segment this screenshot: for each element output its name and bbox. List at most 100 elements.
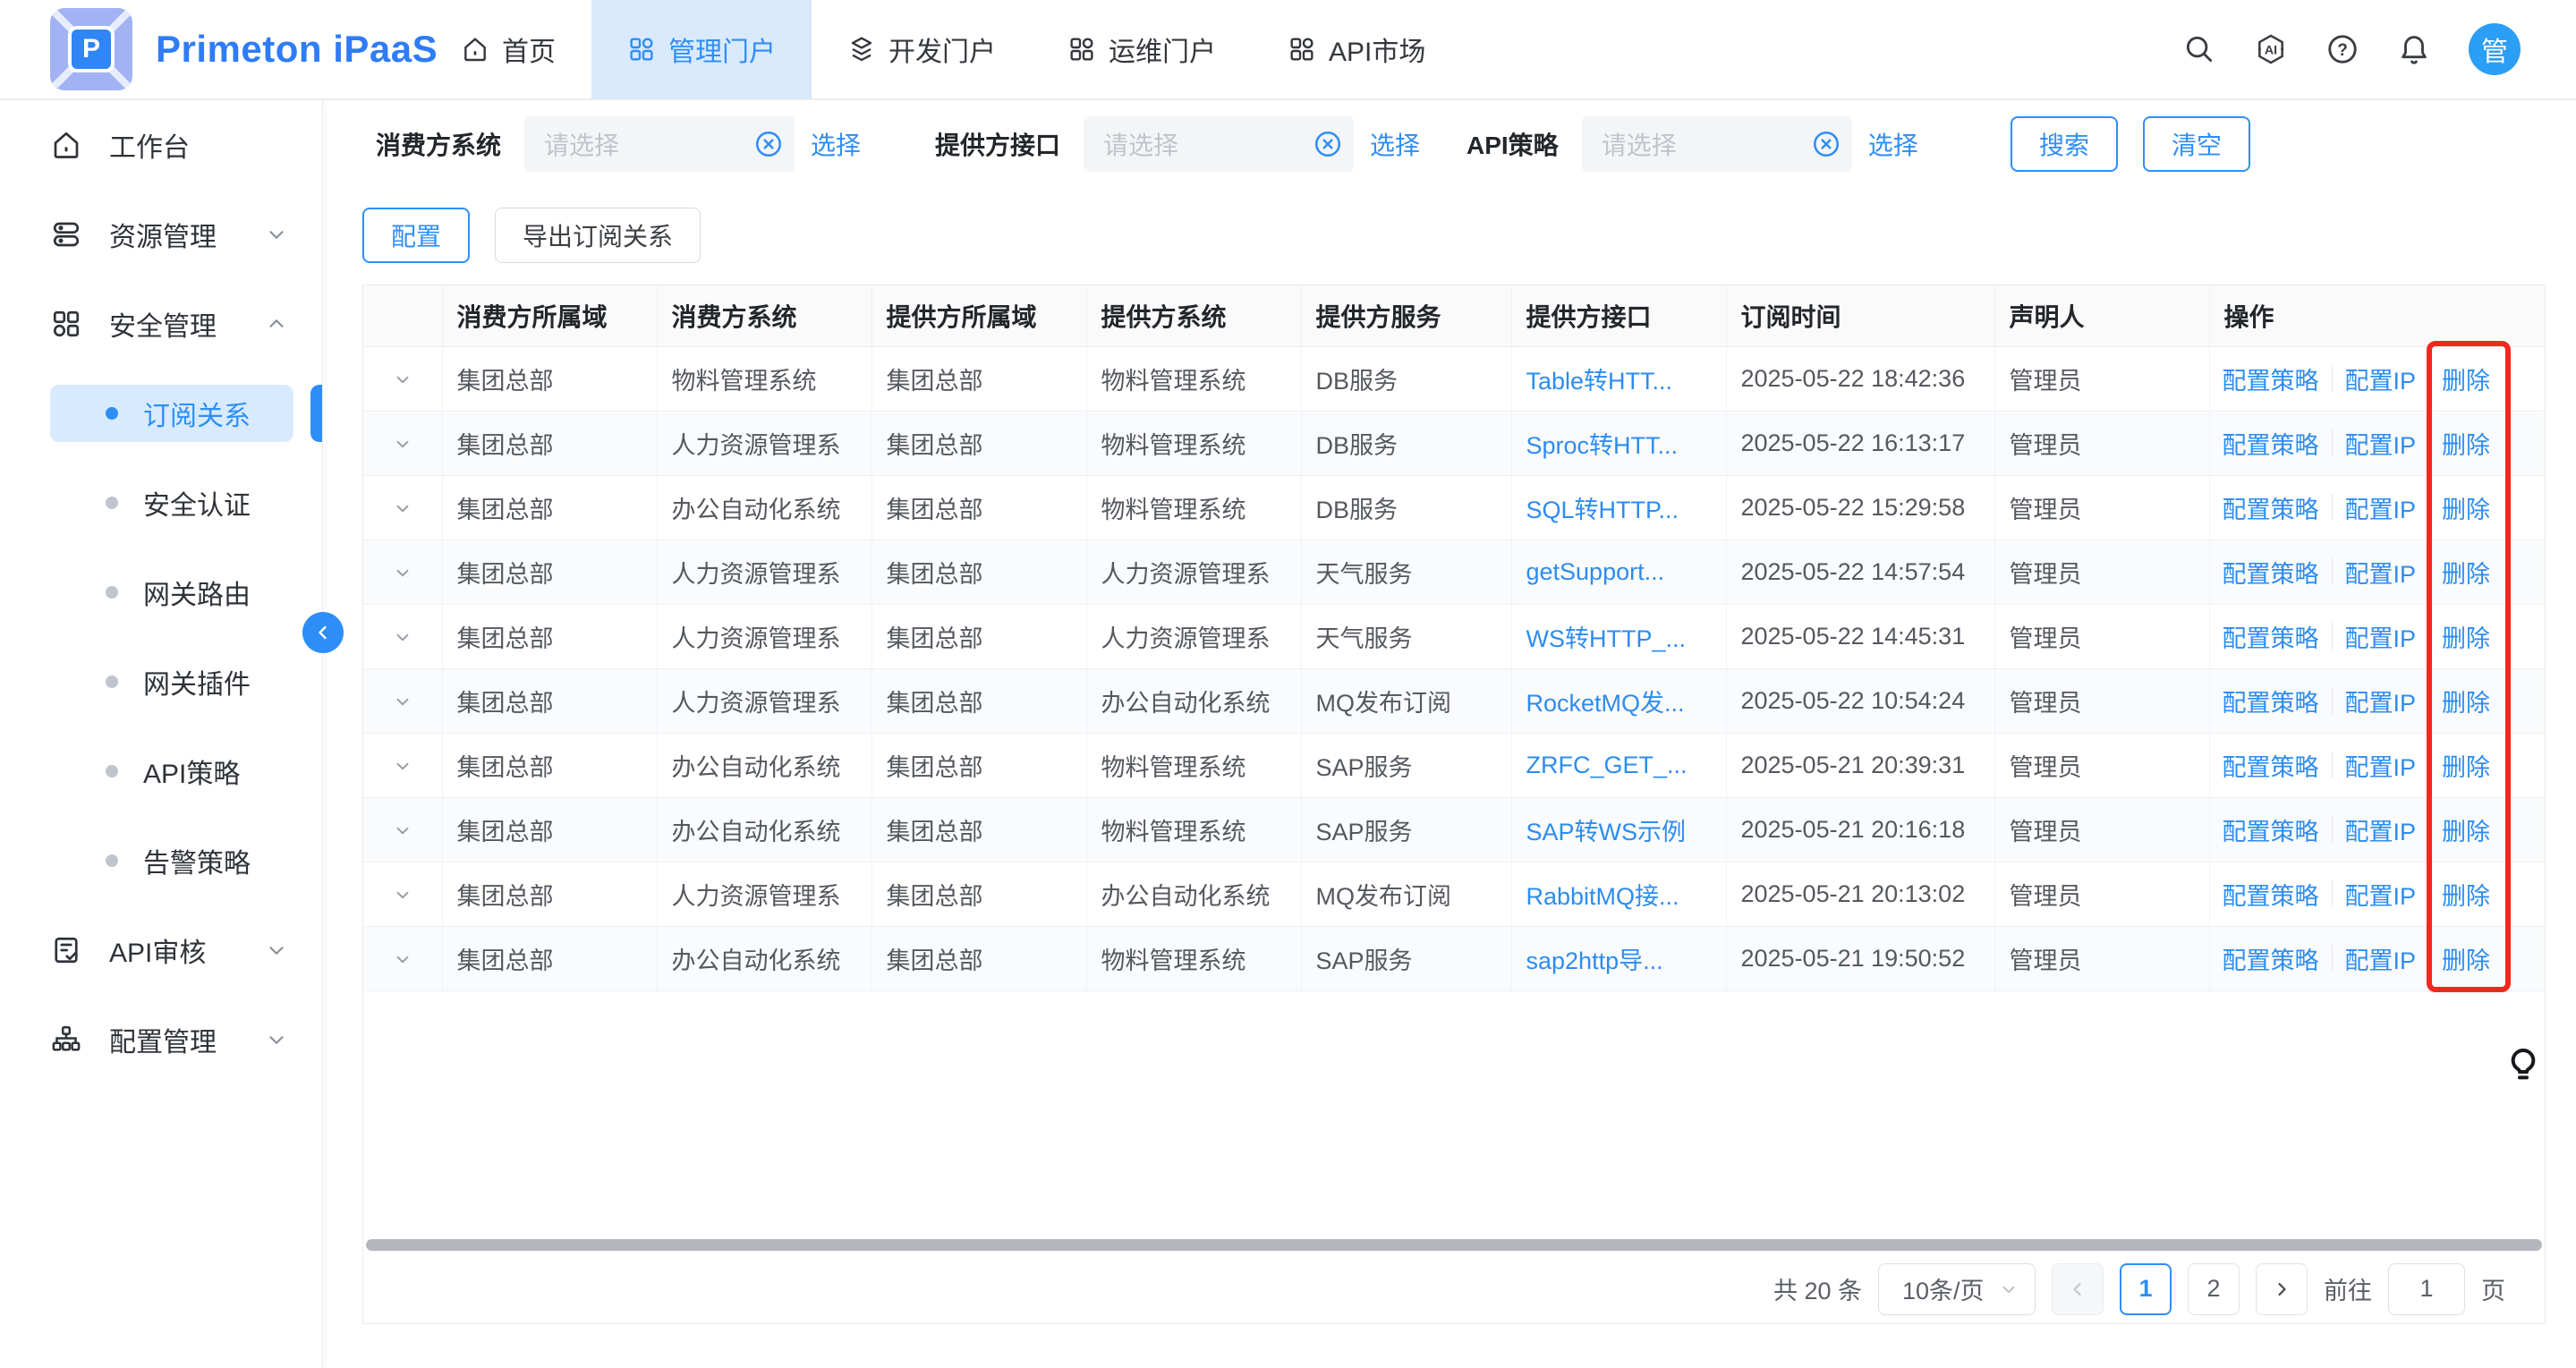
provider-api-select[interactable]: 请选择	[1084, 116, 1354, 172]
sidebar-item-security-auth[interactable]: 安全认证	[0, 458, 322, 548]
cell-provider-domain: 集团总部	[871, 411, 1086, 475]
configure-policy-link[interactable]: 配置策略	[2223, 748, 2319, 783]
row-expand-toggle[interactable]	[363, 346, 442, 411]
horizontal-scrollbar[interactable]	[366, 1239, 2542, 1251]
cell-consumer-domain: 集团总部	[442, 926, 657, 990]
nav-item-dev-portal[interactable]: 开发门户	[812, 0, 1032, 98]
nav-item-admin-portal[interactable]: 管理门户	[591, 0, 812, 98]
configure-ip-link[interactable]: 配置IP	[2345, 619, 2417, 654]
configure-policy-link[interactable]: 配置策略	[2223, 361, 2319, 396]
provider-api-link[interactable]: SAP转WS示例	[1526, 819, 1687, 845]
export-subscriptions-button[interactable]: 导出订阅关系	[495, 208, 701, 263]
bullet-dot-icon	[106, 676, 118, 688]
next-page-button[interactable]	[2256, 1263, 2308, 1315]
provider-api-link[interactable]: getSupport...	[1526, 558, 1665, 585]
choose-link[interactable]: 选择	[1370, 126, 1420, 162]
configure-ip-link[interactable]: 配置IP	[2345, 490, 2417, 525]
configure-policy-link[interactable]: 配置策略	[2223, 490, 2319, 525]
configure-policy-link[interactable]: 配置策略	[2223, 619, 2319, 654]
provider-api-link[interactable]: Table转HTT...	[1526, 368, 1673, 395]
sidebar-item-subscription-relations[interactable]: 订阅关系	[0, 369, 322, 458]
table-header-row: 消费方所属域 消费方系统 提供方所属域 提供方系统 提供方服务 提供方接口 订阅…	[363, 285, 2545, 346]
provider-api-link[interactable]: sap2http导...	[1526, 947, 1663, 974]
sidebar-collapse-button[interactable]	[302, 612, 344, 653]
configure-ip-link[interactable]: 配置IP	[2345, 877, 2417, 912]
row-expand-toggle[interactable]	[363, 733, 442, 797]
page-button-1[interactable]: 1	[2120, 1263, 2172, 1315]
configure-policy-link[interactable]: 配置策略	[2223, 812, 2319, 847]
row-expand-toggle[interactable]	[363, 604, 442, 668]
configure-ip-link[interactable]: 配置IP	[2345, 555, 2417, 590]
nav-item-home[interactable]: 首页	[425, 0, 591, 98]
row-expand-toggle[interactable]	[363, 475, 442, 540]
delete-link[interactable]: 删除	[2442, 684, 2490, 718]
clear-icon[interactable]	[753, 129, 784, 159]
delete-link[interactable]: 删除	[2442, 361, 2490, 396]
provider-api-link[interactable]: RocketMQ发...	[1526, 690, 1685, 717]
clear-icon[interactable]	[1811, 129, 1841, 159]
delete-link[interactable]: 删除	[2442, 555, 2490, 590]
goto-page-input[interactable]	[2388, 1263, 2465, 1315]
user-avatar[interactable]: 管	[2469, 23, 2521, 75]
notification-bell-icon[interactable]	[2397, 32, 2431, 66]
ai-assistant-icon[interactable]: AI	[2254, 32, 2288, 66]
provider-api-link[interactable]: WS转HTTP_...	[1526, 625, 1687, 652]
provider-api-link[interactable]: SQL转HTTP...	[1526, 497, 1679, 523]
provider-api-link[interactable]: Sproc转HTT...	[1526, 432, 1679, 459]
delete-link[interactable]: 删除	[2442, 812, 2490, 847]
configure-button[interactable]: 配置	[362, 208, 470, 263]
page-size-select[interactable]: 10条/页	[1878, 1263, 2036, 1315]
delete-link[interactable]: 删除	[2442, 619, 2490, 654]
configure-ip-link[interactable]: 配置IP	[2345, 812, 2417, 847]
configure-policy-link[interactable]: 配置策略	[2223, 684, 2319, 718]
prev-page-button[interactable]	[2052, 1263, 2104, 1315]
lightbulb-tip-icon[interactable]	[2502, 1045, 2545, 1088]
delete-link[interactable]: 删除	[2442, 748, 2490, 783]
clear-button[interactable]: 清空	[2143, 116, 2250, 172]
sidebar-item-resource-mgmt[interactable]: 资源管理	[0, 190, 322, 279]
page-button-2[interactable]: 2	[2188, 1263, 2240, 1315]
nav-item-ops-portal[interactable]: 运维门户	[1032, 0, 1252, 98]
sidebar-item-gateway-plugin[interactable]: 网关插件	[0, 637, 322, 726]
clear-icon[interactable]	[1313, 129, 1343, 159]
configure-ip-link[interactable]: 配置IP	[2345, 941, 2417, 976]
sidebar-item-workbench[interactable]: 工作台	[0, 100, 322, 190]
provider-api-link[interactable]: RabbitMQ接...	[1526, 883, 1679, 910]
search-button[interactable]: 搜索	[2011, 116, 2118, 172]
action-divider	[2332, 429, 2333, 456]
sidebar-item-alert-policy[interactable]: 告警策略	[0, 816, 322, 905]
consumer-system-select[interactable]: 请选择	[524, 116, 795, 172]
configure-ip-link[interactable]: 配置IP	[2345, 748, 2417, 783]
sidebar-item-config-mgmt[interactable]: 配置管理	[0, 995, 322, 1084]
provider-api-link[interactable]: ZRFC_GET_...	[1526, 752, 1688, 778]
sidebar-item-api-review[interactable]: API审核	[0, 905, 322, 995]
cell-actions: 配置策略配置IP 删除	[2209, 346, 2545, 411]
configure-policy-link[interactable]: 配置策略	[2223, 555, 2319, 590]
search-icon[interactable]	[2182, 32, 2216, 66]
help-icon[interactable]: ?	[2325, 32, 2359, 66]
sidebar-item-api-policy[interactable]: API策略	[0, 726, 322, 816]
row-expand-toggle[interactable]	[363, 797, 442, 862]
configure-policy-link[interactable]: 配置策略	[2223, 426, 2319, 461]
configure-policy-link[interactable]: 配置策略	[2223, 941, 2319, 976]
configure-policy-link[interactable]: 配置策略	[2223, 877, 2319, 912]
row-expand-toggle[interactable]	[363, 668, 442, 733]
configure-ip-link[interactable]: 配置IP	[2345, 361, 2417, 396]
row-expand-toggle[interactable]	[363, 411, 442, 475]
sidebar-item-gateway-route[interactable]: 网关路由	[0, 548, 322, 637]
choose-link[interactable]: 选择	[1868, 126, 1918, 162]
configure-ip-link[interactable]: 配置IP	[2345, 426, 2417, 461]
delete-link[interactable]: 删除	[2442, 877, 2490, 912]
choose-link[interactable]: 选择	[811, 126, 861, 162]
configure-ip-link[interactable]: 配置IP	[2345, 684, 2417, 718]
row-expand-toggle[interactable]	[363, 926, 442, 990]
row-expand-toggle[interactable]	[363, 862, 442, 926]
nav-item-api-market[interactable]: API市场	[1252, 0, 1461, 98]
delete-link[interactable]: 删除	[2442, 426, 2490, 461]
delete-link[interactable]: 删除	[2442, 941, 2490, 976]
delete-link[interactable]: 删除	[2442, 490, 2490, 525]
sidebar-item-security-mgmt[interactable]: 安全管理	[0, 279, 322, 369]
api-policy-select[interactable]: 请选择	[1582, 116, 1852, 172]
cell-provider-api: Sproc转HTT...	[1511, 411, 1726, 475]
row-expand-toggle[interactable]	[363, 540, 442, 604]
